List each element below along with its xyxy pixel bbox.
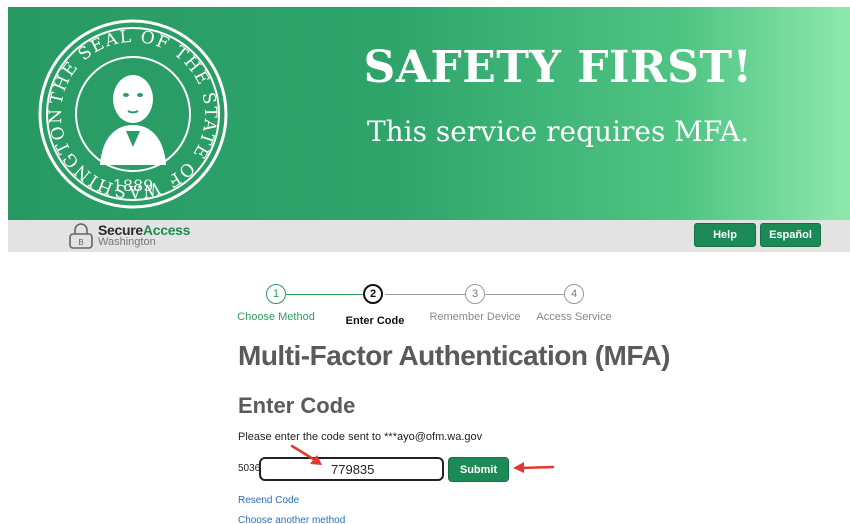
svg-text:1889: 1889 <box>113 176 154 195</box>
step-2-circle: 2 <box>363 284 383 304</box>
help-button[interactable]: Help <box>694 223 756 247</box>
stepper-connector <box>385 294 472 295</box>
banner-title: SAFETY FIRST! <box>363 42 753 93</box>
step-4-label: Access Service <box>536 311 612 323</box>
stepper-connector <box>485 294 564 295</box>
section-title: Enter Code <box>238 393 356 418</box>
secure-access-washington-logo[interactable]: B SecureAccess Washington <box>66 222 190 250</box>
verification-code-input[interactable] <box>259 457 444 481</box>
step-1-circle: 1 <box>266 284 286 304</box>
header-banner: THE SEAL OF THE STATE OF WASHINGTON 1889… <box>8 7 850 220</box>
step-3-label: Remember Device <box>429 311 521 323</box>
washington-state-seal: THE SEAL OF THE STATE OF WASHINGTON 1889 <box>38 19 228 209</box>
progress-stepper: 1 2 3 4 Choose Method Enter Code Remembe… <box>230 283 630 331</box>
choose-another-method-link[interactable]: Choose another method <box>238 515 345 524</box>
step-4-circle: 4 <box>564 284 584 304</box>
step-1-label: Choose Method <box>237 311 315 323</box>
submit-button[interactable]: Submit <box>448 457 509 482</box>
lock-icon: B <box>69 223 93 249</box>
step-2-label: Enter Code <box>345 315 405 327</box>
annotation-arrow-icon <box>513 462 555 473</box>
page-title: Multi-Factor Authentication (MFA) <box>238 340 670 371</box>
top-navbar: B SecureAccess Washington Help Español <box>8 220 850 252</box>
step-3-circle: 3 <box>465 284 485 304</box>
svg-text:B: B <box>78 238 83 247</box>
stepper-connector <box>286 294 375 295</box>
resend-code-link[interactable]: Resend Code <box>238 495 299 506</box>
espanol-button[interactable]: Español <box>760 223 821 247</box>
annotation-arrow-icon <box>290 444 322 465</box>
banner-subtitle: This service requires MFA. <box>366 115 750 148</box>
instruction-text: Please enter the code sent to ***ayo@ofm… <box>238 431 483 443</box>
